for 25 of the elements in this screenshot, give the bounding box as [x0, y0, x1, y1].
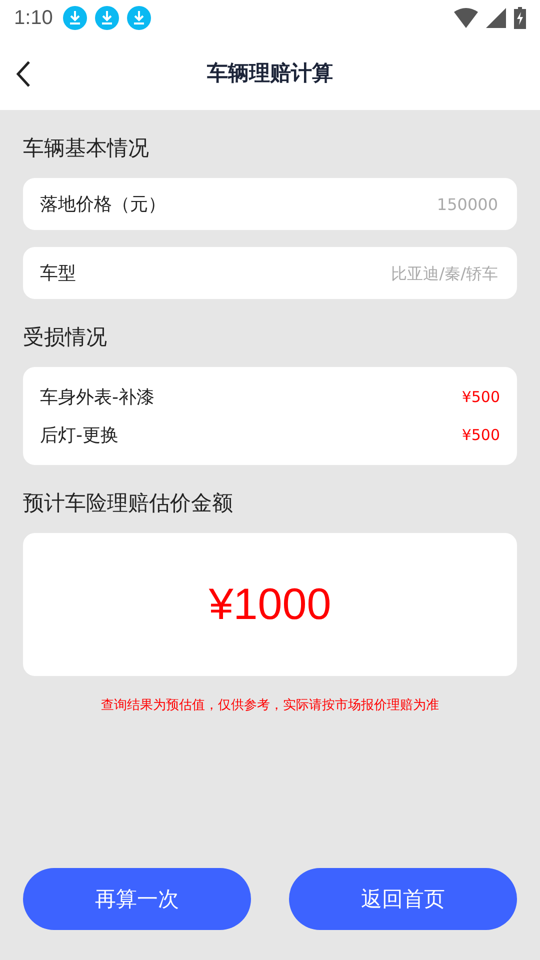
damage-item: 车身外表-补漆 [40, 386, 154, 409]
section-title: 预计车险理赔估价金额 [23, 490, 234, 517]
action-button[interactable]: 返回首页 [289, 868, 517, 930]
disclaimer-text: 查询结果为预估值，仅供参考，实际请按市场报价理赔为准 [100, 697, 440, 714]
status-time: 1:10 [14, 6, 53, 30]
section-title: 受损情况 [23, 324, 108, 351]
input-field[interactable]: 比亚迪/秦/轿车 [76, 262, 500, 284]
action-button[interactable]: 再算一次 [23, 868, 251, 930]
battery-icon [514, 7, 526, 29]
download-icon [126, 6, 151, 30]
damage-price: ¥500 [462, 388, 500, 406]
field-label: 落地价格（元） [40, 193, 166, 216]
field-label: 车型 [40, 262, 76, 285]
form-field[interactable]: 车型 比亚迪/秦/轿车 [23, 247, 517, 299]
download-icon [94, 6, 119, 30]
damage-item: 后灯-更换 [40, 424, 118, 447]
wifi-icon [454, 8, 478, 28]
input-field[interactable]: 150000 [166, 194, 500, 214]
signal-icon [486, 8, 506, 28]
damage-price: ¥500 [462, 426, 500, 444]
download-icon [62, 6, 87, 30]
estimate-amount: ¥1000 [208, 580, 332, 630]
section-title: 车辆基本情况 [23, 135, 150, 162]
form-field[interactable]: 落地价格（元） 150000 [23, 178, 517, 230]
page-title: 车辆理赔计算 [207, 60, 333, 87]
